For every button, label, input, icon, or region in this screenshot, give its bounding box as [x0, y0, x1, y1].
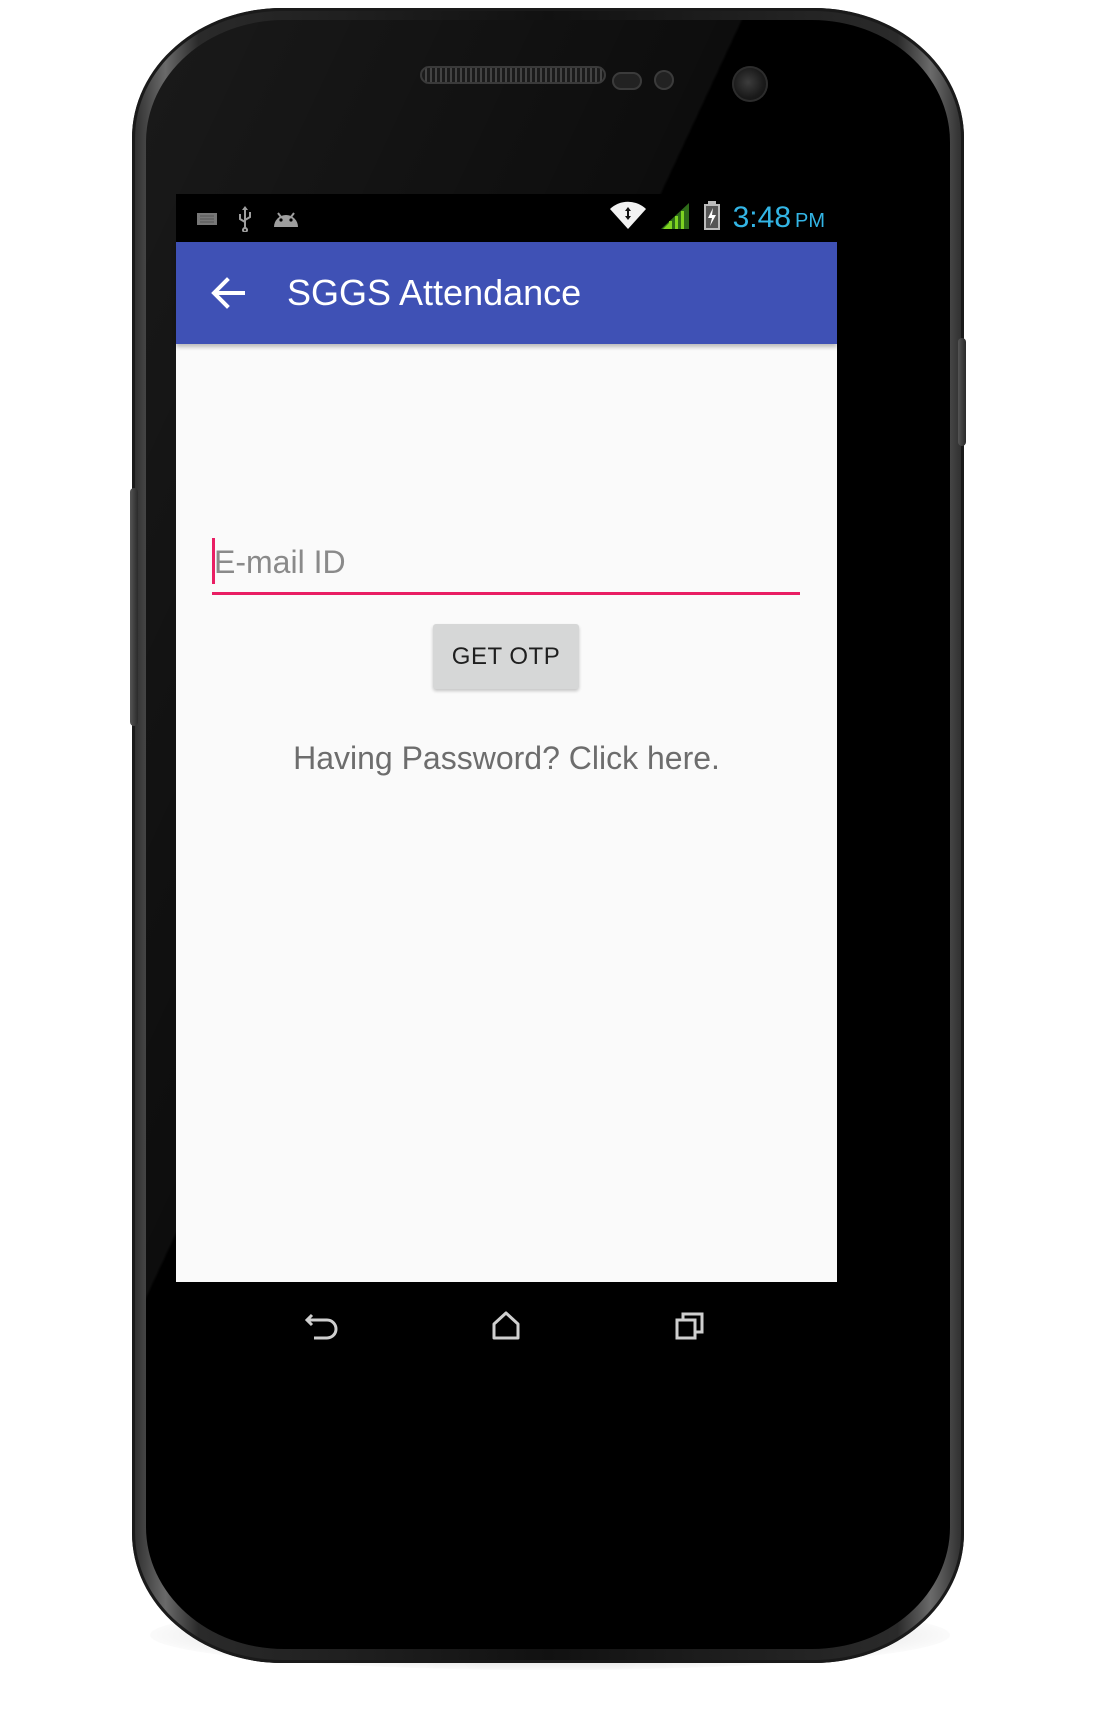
volume-button	[130, 488, 138, 726]
status-bar: 3:48 PM	[176, 194, 837, 242]
usb-icon	[236, 206, 254, 236]
android-debug-icon	[272, 209, 300, 233]
nav-home-button[interactable]	[476, 1298, 536, 1354]
light-sensor	[654, 70, 674, 90]
email-underline	[212, 592, 800, 595]
battery-charging-icon	[703, 201, 721, 235]
clock-ampm: PM	[795, 210, 825, 232]
recents-icon	[675, 1312, 704, 1340]
login-content: GET OTP Having Password? Click here.	[176, 344, 837, 1282]
screen: 3:48PM SGGS Attendance GET OTP Having Pa…	[176, 194, 837, 1370]
proximity-sensor	[612, 72, 642, 90]
sim-card-icon	[196, 211, 218, 231]
home-icon	[492, 1311, 520, 1340]
back-arrow-button[interactable]	[202, 267, 254, 319]
email-field[interactable]	[212, 536, 800, 595]
status-clock: 3:48 PM	[733, 201, 825, 235]
app-title: SGGS Attendance	[287, 272, 582, 313]
password-login-link[interactable]: Having Password? Click here.	[176, 740, 837, 777]
get-otp-button[interactable]: GET OTP	[433, 624, 579, 689]
nav-recents-button[interactable]	[660, 1298, 720, 1354]
back-icon	[304, 1313, 338, 1340]
app-bar: SGGS Attendance	[176, 242, 837, 344]
front-camera	[732, 66, 768, 102]
navigation-bar	[176, 1282, 837, 1370]
signal-icon	[659, 201, 691, 235]
wifi-icon	[609, 201, 647, 235]
email-input[interactable]	[212, 536, 800, 588]
nav-back-button[interactable]	[292, 1298, 352, 1354]
earpiece-speaker	[420, 66, 606, 84]
power-button	[958, 338, 966, 446]
clock-time: 3:48	[732, 201, 791, 234]
arrow-back-icon	[211, 277, 245, 309]
